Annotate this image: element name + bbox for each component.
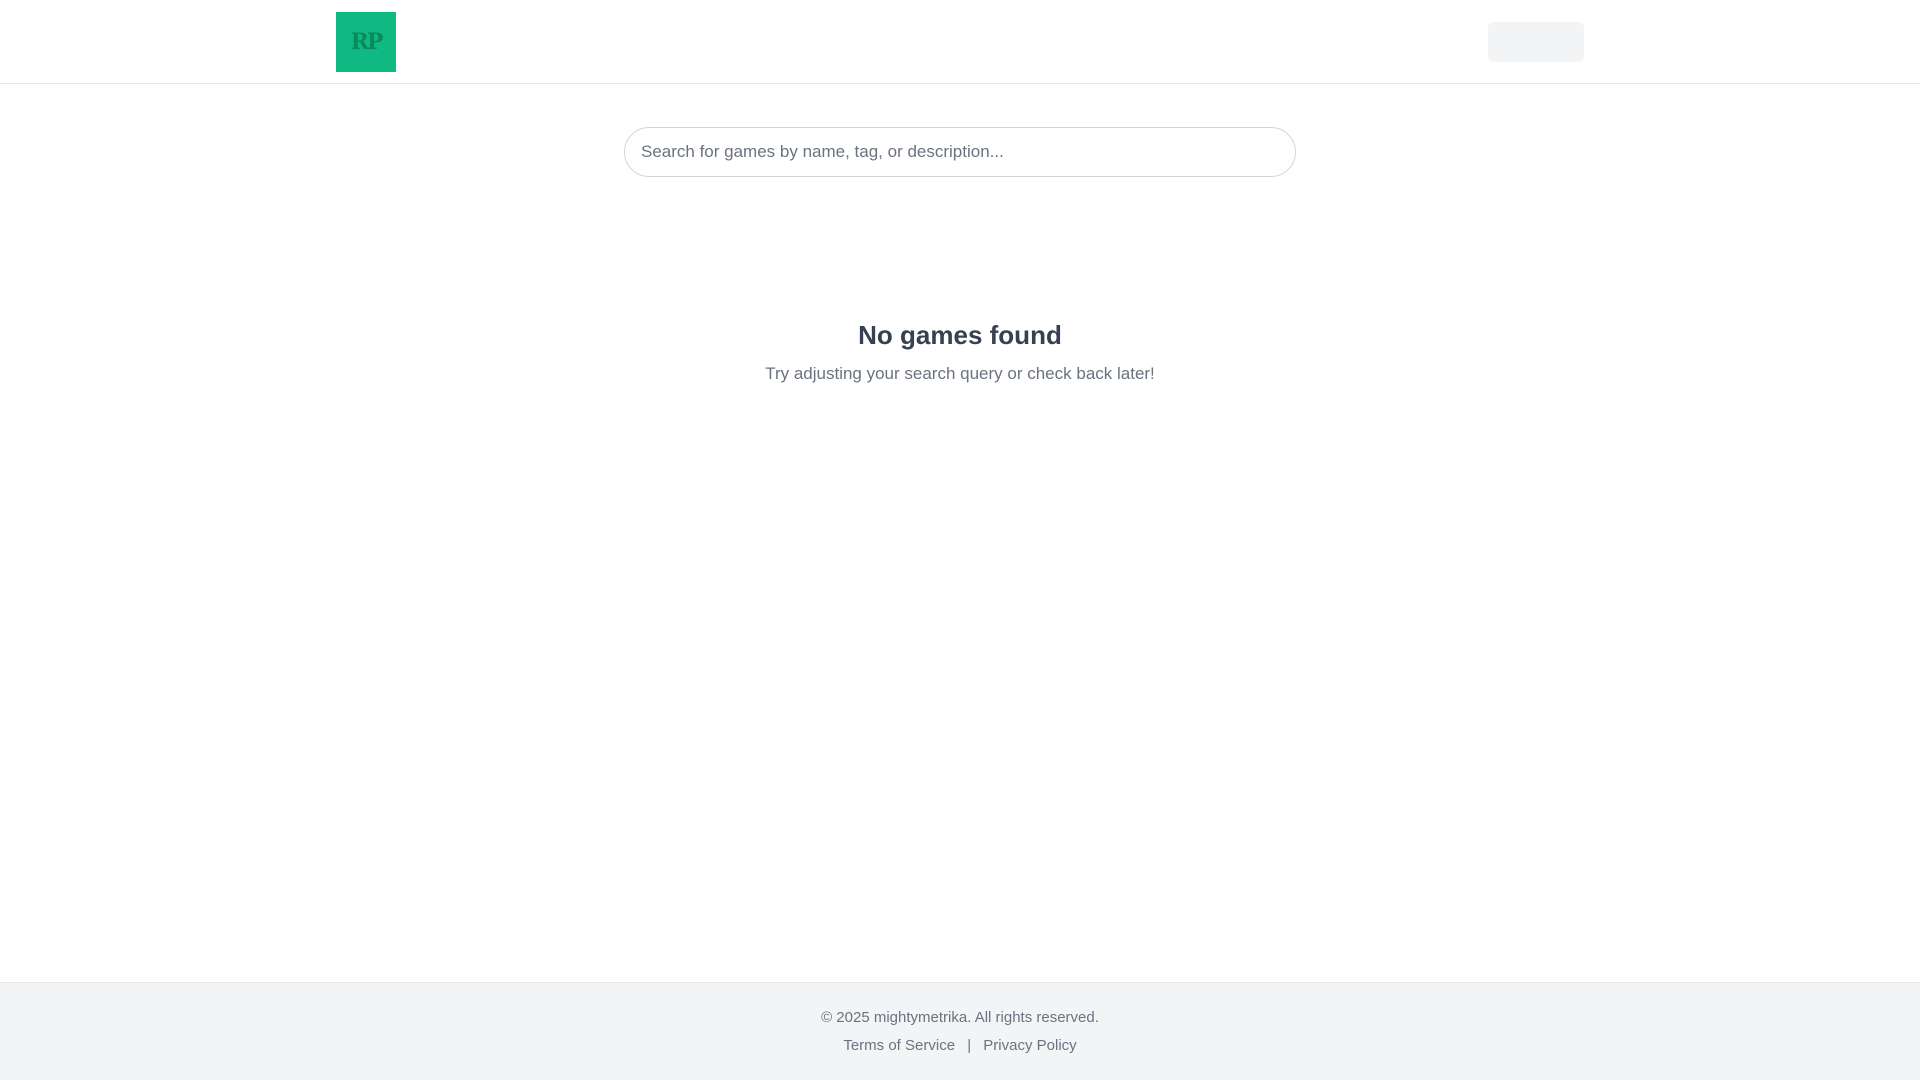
logo-text: RP (350, 29, 384, 55)
site-header: RP (0, 0, 1920, 84)
footer-copyright: © 2025 mightymetrika. All rights reserve… (821, 1009, 1099, 1026)
terms-of-service-link[interactable]: Terms of Service (843, 1037, 955, 1054)
site-logo[interactable]: RP (336, 12, 396, 72)
site-footer: © 2025 mightymetrika. All rights reserve… (0, 982, 1920, 1080)
page: RP No games found Try adjusting your sea… (0, 0, 1920, 1080)
search-input[interactable] (624, 127, 1296, 177)
empty-state-subtitle: Try adjusting your search query or check… (765, 364, 1155, 384)
main-content: No games found Try adjusting your search… (0, 84, 1920, 982)
footer-links: Terms of Service | Privacy Policy (0, 1037, 1920, 1055)
empty-state-title: No games found (858, 320, 1062, 350)
privacy-policy-link[interactable]: Privacy Policy (983, 1037, 1076, 1054)
header-user-placeholder (1488, 22, 1584, 62)
empty-state: No games found Try adjusting your search… (0, 320, 1920, 385)
search-bar (624, 127, 1296, 177)
footer-separator: | (967, 1037, 972, 1054)
